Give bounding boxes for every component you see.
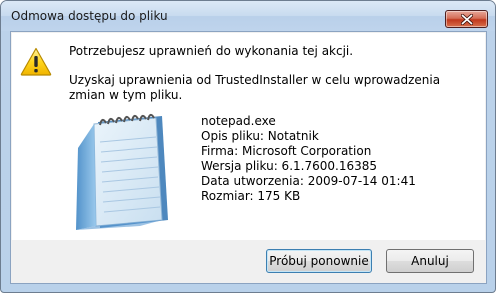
dialog-body: Potrzebujesz uprawnień do wykonania tej … xyxy=(10,31,487,284)
file-company: Firma: Microsoft Corporation xyxy=(201,144,372,158)
file-version: Wersja pliku: 6.1.7600.16385 xyxy=(201,159,377,173)
file-created: Data utworzenia: 2009-07-14 01:41 xyxy=(201,174,416,188)
close-button[interactable] xyxy=(445,10,488,28)
file-size: Rozmiar: 175 KB xyxy=(201,189,301,203)
retry-button[interactable]: Próbuj ponownie xyxy=(266,249,372,273)
title-bar[interactable]: Odmowa dostępu do pliku xyxy=(1,1,495,31)
window-title: Odmowa dostępu do pliku xyxy=(11,9,168,23)
permission-message: Potrzebujesz uprawnień do wykonania tej … xyxy=(69,44,354,58)
notepad-icon xyxy=(76,114,168,230)
file-name: notepad.exe xyxy=(201,114,276,128)
cancel-button[interactable]: Anuluj xyxy=(386,249,474,273)
instruction-message: Uzyskaj uprawnienia od TrustedInstaller … xyxy=(69,73,441,102)
file-details: notepad.exe Opis pliku: Notatnik Firma: … xyxy=(201,114,416,204)
close-icon xyxy=(461,14,473,25)
dialog-window: Odmowa dostępu do pliku Potrzebujesz upr… xyxy=(0,0,496,293)
file-description: Opis pliku: Notatnik xyxy=(201,129,319,143)
content-area: Potrzebujesz uprawnień do wykonania tej … xyxy=(12,33,485,240)
warning-icon xyxy=(20,47,52,76)
